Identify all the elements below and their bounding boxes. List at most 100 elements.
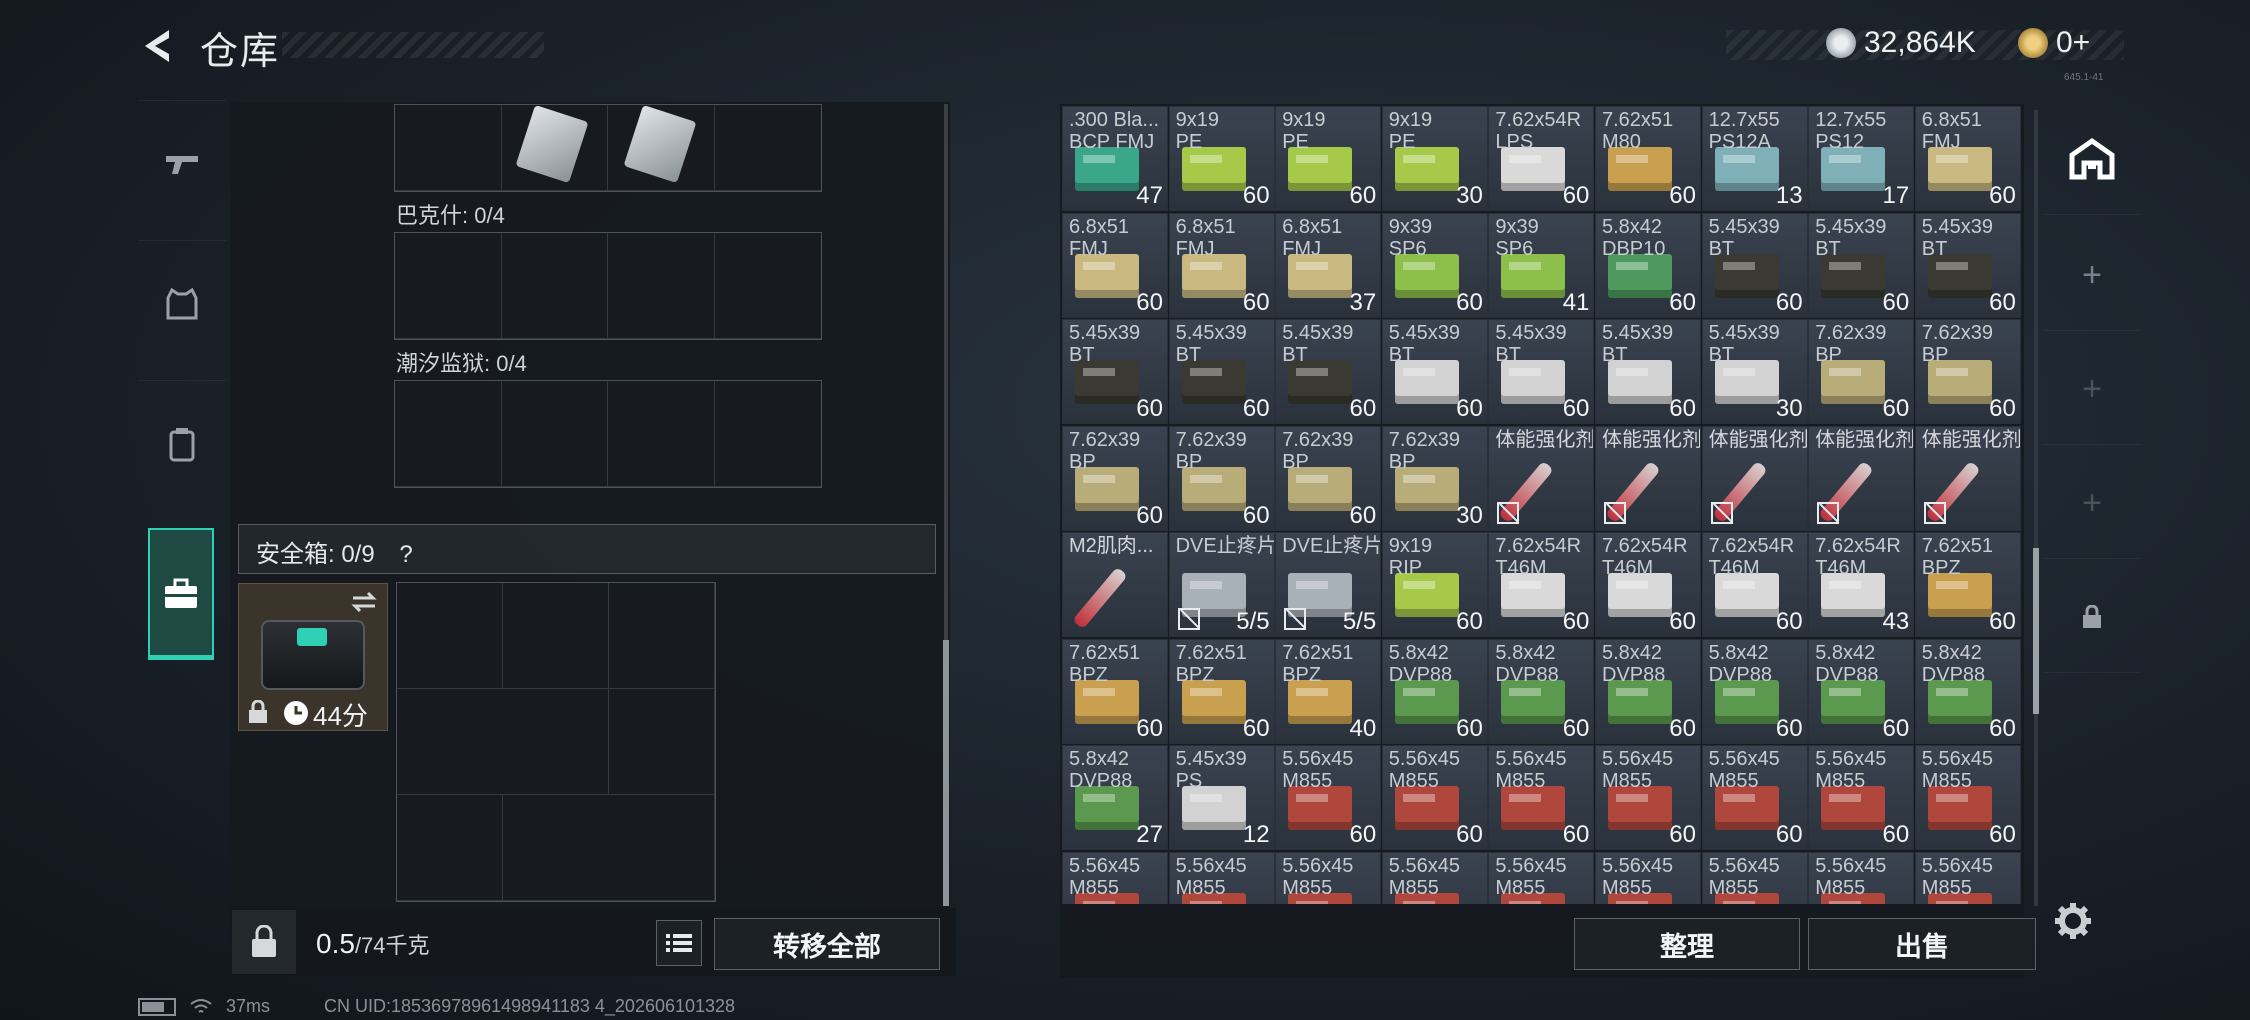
inventory-scrollbar[interactable] <box>2034 110 2038 906</box>
inventory-item[interactable]: 7.62x54R T46M 60 <box>1701 532 1808 637</box>
list-view-button[interactable] <box>656 920 702 966</box>
inventory-item[interactable]: 7.62x51 BPZ 60 <box>1168 638 1275 744</box>
tab-backpack[interactable] <box>138 380 226 507</box>
inventory-item[interactable]: 5.45x39 BT 60 <box>1062 319 1168 424</box>
inventory-item[interactable]: 5.56x45 M855 <box>1062 851 1168 904</box>
inventory-item[interactable]: 体能强化剂 <box>1488 425 1595 531</box>
inventory-item[interactable]: 5.45x39 BT 60 <box>1914 212 2021 318</box>
inventory-item[interactable]: 5.56x45 M855 60 <box>1808 745 1915 850</box>
inventory-item[interactable]: 7.62x51 BPZ 60 <box>1062 638 1168 744</box>
inventory-item[interactable]: 12.7x55 PS12A 13 <box>1701 106 1808 211</box>
inventory-item[interactable]: 5.56x45 M855 60 <box>1595 745 1701 850</box>
inventory-item[interactable]: 5.45x39 PS 12 <box>1168 745 1275 850</box>
inventory-item[interactable]: 5.45x39 BT 60 <box>1595 319 1701 424</box>
inventory-item[interactable]: 体能强化剂 <box>1595 425 1701 531</box>
inventory-item[interactable]: 7.62x39 BP 60 <box>1808 319 1915 424</box>
inventory-item[interactable]: 5.45x39 BT 60 <box>1808 212 1915 318</box>
swap-icon[interactable] <box>349 590 379 614</box>
inventory-item[interactable]: 5.56x45 M855 <box>1914 851 2021 904</box>
inventory-item[interactable]: DVE止疼片 5/5 <box>1275 532 1382 637</box>
inventory-item[interactable]: 5.56x45 M855 <box>1168 851 1275 904</box>
inventory-item[interactable]: 5.8x42 DVP88 60 <box>1595 638 1701 744</box>
inventory-item[interactable]: 6.8x51 FMJ 60 <box>1914 106 2021 211</box>
inventory-item[interactable]: 7.62x54R T46M 43 <box>1808 532 1915 637</box>
inventory-item[interactable]: 7.62x54R T46M 60 <box>1488 532 1595 637</box>
inventory-scrollbar-thumb[interactable] <box>2033 548 2039 714</box>
inventory-item[interactable]: 7.62x39 BP 60 <box>1914 319 2021 424</box>
storage-grid-top[interactable] <box>394 104 822 192</box>
inventory-item[interactable]: 5.8x42 DVP88 60 <box>1381 638 1488 744</box>
weight-lock-button[interactable] <box>232 910 296 974</box>
tab-weapon[interactable] <box>138 100 226 227</box>
inventory-item[interactable]: 9x19 PE 60 <box>1275 106 1382 211</box>
settings-button[interactable] <box>2050 898 2096 944</box>
inventory-item[interactable]: 体能强化剂 <box>1701 425 1808 531</box>
inventory-item[interactable]: M2肌肉... <box>1062 532 1168 637</box>
inventory-item[interactable]: 6.8x51 FMJ 37 <box>1275 212 1382 318</box>
inventory-item[interactable]: 5.56x45 M855 60 <box>1275 745 1382 850</box>
inventory-item[interactable]: 9x19 PE 60 <box>1168 106 1275 211</box>
inventory-item[interactable]: 5.45x39 BT 60 <box>1488 319 1595 424</box>
inventory-item[interactable]: 5.45x39 BT 60 <box>1701 212 1808 318</box>
inventory-item[interactable]: 5.56x45 M855 60 <box>1488 745 1595 850</box>
inventory-item[interactable]: 5.8x42 DVP88 60 <box>1914 638 2021 744</box>
inventory-item[interactable]: 5.56x45 M855 60 <box>1914 745 2021 850</box>
locked-slot[interactable] <box>2044 562 2140 673</box>
inventory-item[interactable]: 体能强化剂 <box>1808 425 1915 531</box>
add-container-button-disabled[interactable]: + <box>2044 334 2140 445</box>
warehouse-tab[interactable] <box>2044 104 2140 215</box>
add-container-button-disabled[interactable]: + <box>2044 448 2140 559</box>
inventory-item[interactable]: 6.8x51 FMJ 60 <box>1062 212 1168 318</box>
inventory-item[interactable]: 12.7x55 PS12 17 <box>1808 106 1915 211</box>
transfer-all-button[interactable]: 转移全部 <box>714 918 940 970</box>
inventory-item[interactable]: 7.62x51 M80 60 <box>1595 106 1701 211</box>
inventory-item[interactable]: 5.8x42 DVP88 27 <box>1062 745 1168 850</box>
inventory-item[interactable]: 5.56x45 M855 <box>1275 851 1382 904</box>
tab-safebox[interactable] <box>148 528 214 660</box>
inventory-item[interactable]: 7.62x54R T46M 60 <box>1595 532 1701 637</box>
inventory-item[interactable]: 9x19 RIP 60 <box>1381 532 1488 637</box>
inventory-item[interactable]: 5.45x39 BT 60 <box>1381 319 1488 424</box>
inventory-item[interactable]: 9x19 PE 30 <box>1381 106 1488 211</box>
inventory-item[interactable]: 5.56x45 M855 <box>1808 851 1915 904</box>
inventory-item[interactable]: 5.56x45 M855 <box>1701 851 1808 904</box>
inventory-item[interactable]: .300 Bla... BCP FMJ 47 <box>1062 106 1168 211</box>
inventory-item[interactable]: 7.62x51 BPZ 60 <box>1914 532 2021 637</box>
tab-armor[interactable] <box>138 240 226 367</box>
left-scrollbar-thumb[interactable] <box>943 640 949 906</box>
inventory-item[interactable]: 5.45x39 BT 60 <box>1168 319 1275 424</box>
organize-button[interactable]: 整理 <box>1574 918 1800 970</box>
inventory-item[interactable]: 7.62x39 BP 60 <box>1275 425 1382 531</box>
inventory-item[interactable]: 7.62x39 BP 30 <box>1381 425 1488 531</box>
inventory-item[interactable]: 7.62x54R LPS 60 <box>1488 106 1595 211</box>
inventory-item[interactable]: 5.8x42 DBP10 60 <box>1595 212 1701 318</box>
inventory-item[interactable]: 5.45x39 BT 60 <box>1275 319 1382 424</box>
inventory-item[interactable]: DVE止疼片 5/5 <box>1168 532 1275 637</box>
inventory-item[interactable]: 5.45x39 BT 30 <box>1701 319 1808 424</box>
inventory-item[interactable]: 5.8x42 DVP88 60 <box>1808 638 1915 744</box>
inventory-item[interactable]: 5.56x45 M855 <box>1595 851 1701 904</box>
safebox-item[interactable]: 44分 <box>238 583 388 731</box>
silver-currency[interactable]: 32,864K <box>1826 26 1976 60</box>
inventory-item[interactable]: 6.8x51 FMJ 60 <box>1168 212 1275 318</box>
back-button[interactable] <box>134 22 184 70</box>
inventory-item[interactable]: 7.62x39 BP 60 <box>1168 425 1275 531</box>
inventory-item[interactable]: 9x39 SP6 41 <box>1488 212 1595 318</box>
inventory-item[interactable]: 7.62x51 BPZ 40 <box>1275 638 1382 744</box>
storage-grid-bakeshi[interactable] <box>394 232 822 340</box>
add-container-button[interactable]: + <box>2044 220 2140 331</box>
safebox-grid[interactable] <box>396 582 716 902</box>
help-icon[interactable]: ? <box>399 541 412 568</box>
inventory-item[interactable]: 5.56x45 M855 <box>1488 851 1595 904</box>
inventory-item[interactable]: 5.8x42 DVP88 60 <box>1701 638 1808 744</box>
token-currency[interactable]: 0+ <box>2018 26 2090 60</box>
storage-grid-chaoxi[interactable] <box>394 380 822 488</box>
inventory-item[interactable]: 9x39 SP6 60 <box>1381 212 1488 318</box>
sell-button[interactable]: 出售 <box>1808 918 2036 970</box>
inventory-item[interactable]: 5.8x42 DVP88 60 <box>1488 638 1595 744</box>
inventory-item[interactable]: 5.56x45 M855 60 <box>1381 745 1488 850</box>
inventory-item[interactable]: 5.56x45 M855 60 <box>1701 745 1808 850</box>
inventory-item[interactable]: 体能强化剂 <box>1914 425 2021 531</box>
inventory-item[interactable]: 7.62x39 BP 60 <box>1062 425 1168 531</box>
inventory-item[interactable]: 5.56x45 M855 <box>1381 851 1488 904</box>
